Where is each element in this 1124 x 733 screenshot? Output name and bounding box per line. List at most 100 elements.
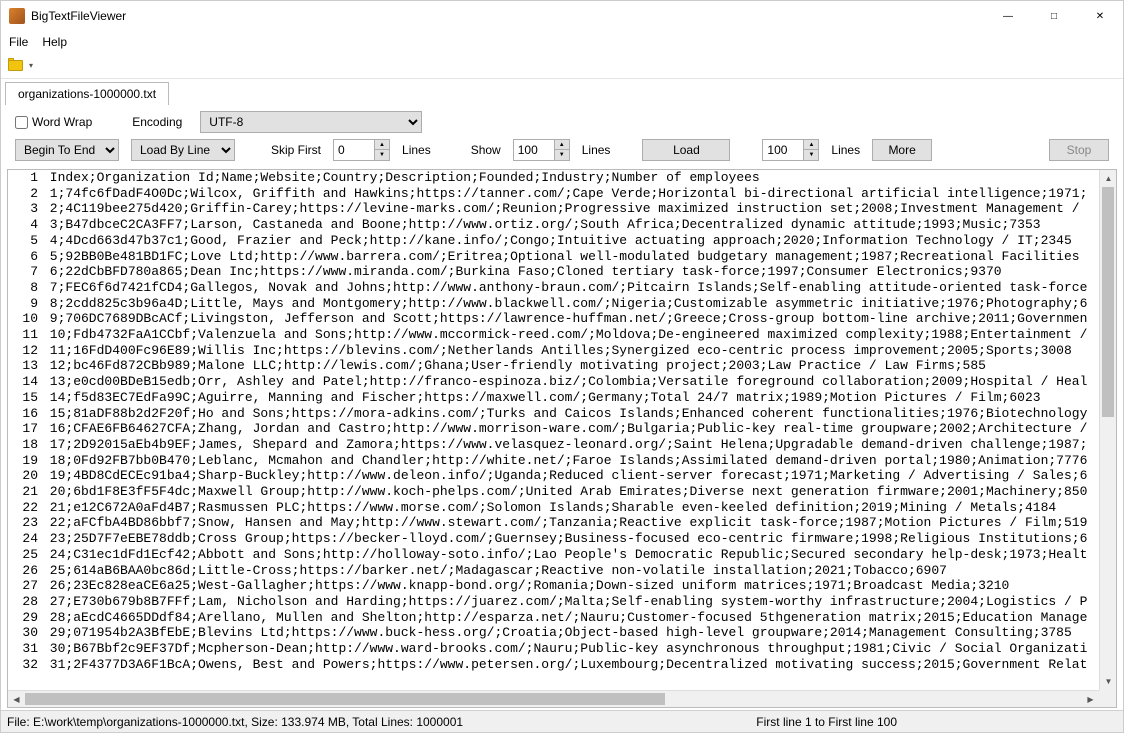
- line-number: 23: [8, 515, 42, 531]
- text-line[interactable]: 27 26;23Ec828eaCE6a25;West-Gallagher;htt…: [8, 578, 1099, 594]
- text-line[interactable]: 22 21;e12C672A0aFd4B7;Rasmussen PLC;http…: [8, 500, 1099, 516]
- text-line[interactable]: 31 30;B67Bbf2c9EF37Df;Mcpherson-Dean;htt…: [8, 641, 1099, 657]
- jump-unit: Lines: [831, 143, 860, 157]
- loadmode-select[interactable]: Load By Line: [131, 139, 235, 161]
- scroll-right-icon[interactable]: ▶: [1082, 691, 1099, 708]
- show-spinner[interactable]: ▲▼: [555, 139, 570, 161]
- text-line[interactable]: 1 Index;Organization Id;Name;Website;Cou…: [8, 170, 1099, 186]
- text-line[interactable]: 3 2;4C119bee275d420;Griffin-Carey;https:…: [8, 201, 1099, 217]
- show-unit: Lines: [582, 143, 611, 157]
- line-number: 19: [8, 453, 42, 469]
- text-line[interactable]: 21 20;6bd1F8E3fF5F4dc;Maxwell Group;http…: [8, 484, 1099, 500]
- vscroll-thumb[interactable]: [1102, 187, 1114, 417]
- text-line[interactable]: 12 11;16FdD400Fc96E89;Willis Inc;https:/…: [8, 343, 1099, 359]
- text-line[interactable]: 7 6;22dCbBFD780a865;Dean Inc;https://www…: [8, 264, 1099, 280]
- line-content: 9;706DC7689DBcACf;Livingston, Jefferson …: [42, 311, 1099, 327]
- line-number: 9: [8, 296, 42, 312]
- line-number: 28: [8, 594, 42, 610]
- wordwrap-input[interactable]: [15, 116, 28, 129]
- line-number: 13: [8, 358, 42, 374]
- scroll-up-icon[interactable]: ▲: [1100, 170, 1117, 187]
- text-line[interactable]: 24 23;25D7F7eEBE78ddb;Cross Group;https:…: [8, 531, 1099, 547]
- text-line[interactable]: 18 17;2D92015aEb4b9EF;James, Shepard and…: [8, 437, 1099, 453]
- text-line[interactable]: 6 5;92BB0Be481BD1FC;Love Ltd;http://www.…: [8, 249, 1099, 265]
- line-content: 31;2F4377D3A6F1BcA;Owens, Best and Power…: [42, 657, 1099, 673]
- line-content: 17;2D92015aEb4b9EF;James, Shepard and Za…: [42, 437, 1099, 453]
- line-content: Index;Organization Id;Name;Website;Count…: [42, 170, 1099, 186]
- line-number: 22: [8, 500, 42, 516]
- text-area[interactable]: 1 Index;Organization Id;Name;Website;Cou…: [8, 170, 1099, 690]
- horizontal-scrollbar[interactable]: ◀ ▶: [8, 690, 1099, 707]
- line-number: 12: [8, 343, 42, 359]
- line-number: 20: [8, 468, 42, 484]
- scroll-down-icon[interactable]: ▼: [1100, 673, 1117, 690]
- line-number: 1: [8, 170, 42, 186]
- line-content: 21;e12C672A0aFd4B7;Rasmussen PLC;https:/…: [42, 500, 1099, 516]
- text-line[interactable]: 26 25;614aB6BAA0bc86d;Little-Cross;https…: [8, 563, 1099, 579]
- line-number: 18: [8, 437, 42, 453]
- text-line[interactable]: 20 19;4BD8CdECEc91ba4;Sharp-Buckley;http…: [8, 468, 1099, 484]
- menu-help[interactable]: Help: [42, 35, 67, 49]
- open-dropdown-icon[interactable]: ▾: [29, 61, 37, 70]
- text-line[interactable]: 14 13;e0cd00BDeB15edb;Orr, Ashley and Pa…: [8, 374, 1099, 390]
- text-line[interactable]: 10 9;706DC7689DBcACf;Livingston, Jeffers…: [8, 311, 1099, 327]
- maximize-button[interactable]: □: [1031, 1, 1077, 31]
- text-line[interactable]: 11 10;Fdb4732FaA1CCbf;Valenzuela and Son…: [8, 327, 1099, 343]
- more-button[interactable]: More: [872, 139, 932, 161]
- direction-select[interactable]: Begin To End: [15, 139, 119, 161]
- scroll-left-icon[interactable]: ◀: [8, 691, 25, 708]
- encoding-select[interactable]: UTF-8: [200, 111, 422, 133]
- line-content: 13;e0cd00BDeB15edb;Orr, Ashley and Patel…: [42, 374, 1099, 390]
- tabstrip: organizations-1000000.txt: [1, 79, 1123, 105]
- close-button[interactable]: ✕: [1077, 1, 1123, 31]
- text-line[interactable]: 4 3;B47dbceC2CA3FF7;Larson, Castaneda an…: [8, 217, 1099, 233]
- line-number: 30: [8, 625, 42, 641]
- text-line[interactable]: 16 15;81aDF88b2d2F20f;Ho and Sons;https:…: [8, 406, 1099, 422]
- file-tab[interactable]: organizations-1000000.txt: [5, 82, 169, 105]
- wordwrap-checkbox[interactable]: Word Wrap: [15, 115, 92, 129]
- line-number: 26: [8, 563, 42, 579]
- text-line[interactable]: 2 1;74fc6fDadF4O0Dc;Wilcox, Griffith and…: [8, 186, 1099, 202]
- text-line[interactable]: 13 12;bc46Fd872CBb989;Malone LLC;http://…: [8, 358, 1099, 374]
- jump-field[interactable]: ▲▼: [762, 139, 819, 161]
- line-number: 31: [8, 641, 42, 657]
- hscroll-thumb[interactable]: [25, 693, 665, 705]
- text-line[interactable]: 17 16;CFAE6FB64627CFA;Zhang, Jordan and …: [8, 421, 1099, 437]
- text-line[interactable]: 15 14;f5d83EC7EdFa99C;Aguirre, Manning a…: [8, 390, 1099, 406]
- show-field[interactable]: ▲▼: [513, 139, 570, 161]
- wordwrap-label: Word Wrap: [32, 115, 92, 129]
- text-line[interactable]: 9 8;2cdd825c3b96a4D;Little, Mays and Mon…: [8, 296, 1099, 312]
- text-line[interactable]: 5 4;4Dcd663d47b37c1;Good, Frazier and Pe…: [8, 233, 1099, 249]
- options-row: Word Wrap Encoding UTF-8: [1, 105, 1123, 137]
- text-line[interactable]: 28 27;E730b679b8B7FFf;Lam, Nicholson and…: [8, 594, 1099, 610]
- text-line[interactable]: 19 18;0Fd92FB7bb0B470;Leblanc, Mcmahon a…: [8, 453, 1099, 469]
- skipfirst-unit: Lines: [402, 143, 431, 157]
- jump-input[interactable]: [762, 139, 804, 161]
- skipfirst-label: Skip First: [271, 143, 321, 157]
- show-input[interactable]: [513, 139, 555, 161]
- text-line[interactable]: 30 29;071954b2A3BfEbE;Blevins Ltd;https:…: [8, 625, 1099, 641]
- line-number: 25: [8, 547, 42, 563]
- open-toolbar: ▾: [1, 53, 1123, 79]
- load-button[interactable]: Load: [642, 139, 730, 161]
- open-file-button[interactable]: [7, 57, 27, 75]
- line-content: 15;81aDF88b2d2F20f;Ho and Sons;https://m…: [42, 406, 1099, 422]
- line-content: 12;bc46Fd872CBb989;Malone LLC;http://lew…: [42, 358, 1099, 374]
- text-line[interactable]: 23 22;aFCfbA4BD86bbf7;Snow, Hansen and M…: [8, 515, 1099, 531]
- encoding-label: Encoding: [132, 115, 182, 129]
- text-line[interactable]: 25 24;C31ec1dFd1Ecf42;Abbott and Sons;ht…: [8, 547, 1099, 563]
- text-line[interactable]: 29 28;aEcdC4665DDdf84;Arellano, Mullen a…: [8, 610, 1099, 626]
- menu-file[interactable]: File: [9, 35, 28, 49]
- skipfirst-input[interactable]: [333, 139, 375, 161]
- skipfirst-spinner[interactable]: ▲▼: [375, 139, 390, 161]
- skipfirst-field[interactable]: ▲▼: [333, 139, 390, 161]
- stop-button[interactable]: Stop: [1049, 139, 1109, 161]
- line-number: 14: [8, 374, 42, 390]
- vertical-scrollbar[interactable]: ▲ ▼: [1099, 170, 1116, 690]
- scroll-corner: [1099, 690, 1116, 707]
- jump-spinner[interactable]: ▲▼: [804, 139, 819, 161]
- text-line[interactable]: 32 31;2F4377D3A6F1BcA;Owens, Best and Po…: [8, 657, 1099, 673]
- text-line[interactable]: 8 7;FEC6f6d7421fCD4;Gallegos, Novak and …: [8, 280, 1099, 296]
- minimize-button[interactable]: —: [985, 1, 1031, 31]
- line-number: 2: [8, 186, 42, 202]
